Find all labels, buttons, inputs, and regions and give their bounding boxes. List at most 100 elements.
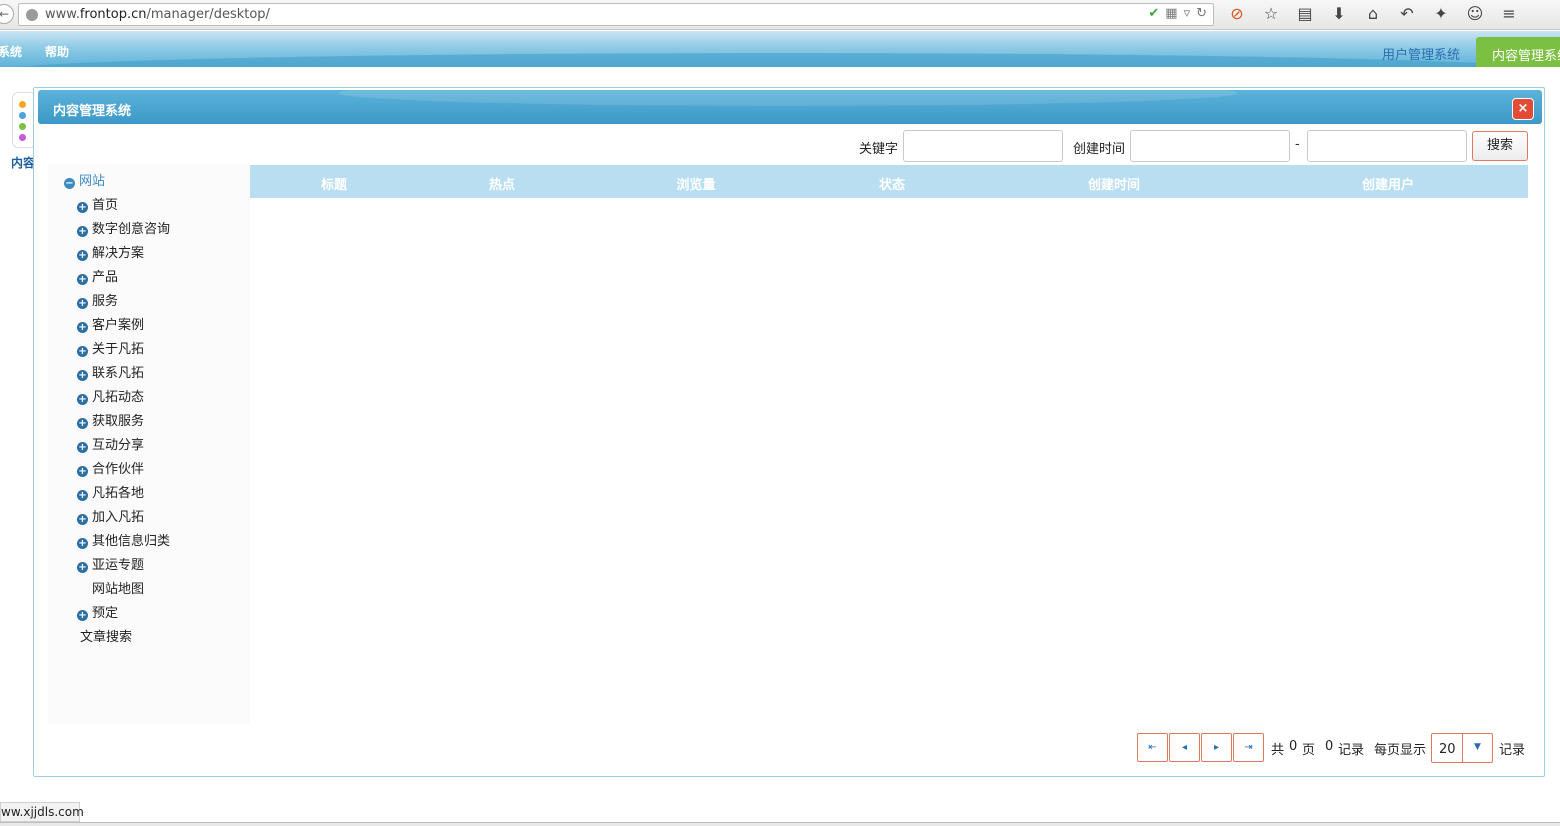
column-views[interactable]: 浏览量: [676, 174, 715, 193]
back-icon[interactable]: ←: [0, 4, 14, 24]
tree-item[interactable]: + 凡拓各地: [77, 482, 144, 501]
tree-item[interactable]: + 产品: [77, 266, 118, 285]
expand-icon[interactable]: +: [77, 418, 88, 429]
shield-icon[interactable]: ✔: [1148, 6, 1159, 21]
user-management-link[interactable]: 用户管理系统: [1382, 44, 1460, 63]
tree-item[interactable]: + 解决方案: [77, 242, 144, 261]
table-header: 标题 热点 浏览量 状态 创建时间 创建用户: [250, 165, 1528, 198]
tree-item[interactable]: + 首页: [77, 194, 118, 213]
page-size-select[interactable]: 20 ▼: [1431, 733, 1493, 763]
column-created-user[interactable]: 创建用户: [1362, 174, 1414, 193]
records-suffix: 记录: [1338, 743, 1365, 758]
last-page-icon[interactable]: ⇥: [1233, 733, 1264, 762]
tree-item[interactable]: + 关于凡拓: [77, 338, 144, 357]
tree-root-label: 网站: [79, 174, 106, 189]
date-separator: -: [1295, 137, 1300, 152]
tree-item[interactable]: + 联系凡拓: [77, 362, 144, 381]
keyword-input[interactable]: [903, 130, 1063, 162]
tree-item-label: 其他信息归类: [92, 534, 171, 549]
chat-icon[interactable]: ☺: [1464, 4, 1486, 24]
tree-item[interactable]: + 客户案例: [77, 314, 144, 333]
tree-item[interactable]: + 凡拓动态: [77, 386, 144, 405]
qrcode-icon[interactable]: ▦: [1165, 6, 1177, 21]
menu-help[interactable]: 帮助: [45, 43, 69, 60]
record-count: 0: [1325, 739, 1334, 754]
url-text[interactable]: www.frontop.cn/manager/desktop/: [45, 7, 270, 22]
taskbar-strip: [0, 822, 1560, 826]
column-status[interactable]: 状态: [879, 174, 905, 193]
expand-icon[interactable]: +: [77, 322, 88, 333]
block-icon[interactable]: ⊘: [1226, 4, 1248, 24]
tree-item[interactable]: + 亚运专题: [77, 554, 144, 573]
tree-item-label: 亚运专题: [92, 558, 145, 573]
header-wave: [0, 53, 1560, 67]
menu-system[interactable]: 系统: [0, 43, 22, 60]
close-icon[interactable]: ×: [1512, 98, 1534, 120]
tree-item[interactable]: + 合作伙伴: [77, 458, 144, 477]
expand-icon[interactable]: +: [77, 442, 88, 453]
tree-item-label: 首页: [92, 198, 119, 213]
expand-icon[interactable]: +: [77, 346, 88, 357]
tree-item[interactable]: + 服务: [77, 290, 118, 309]
extension-icon[interactable]: ✦: [1430, 4, 1452, 24]
expand-icon[interactable]: +: [77, 466, 88, 477]
per-page-label: 每页显示: [1374, 743, 1427, 758]
column-created-time[interactable]: 创建时间: [1088, 174, 1140, 193]
date-to-input[interactable]: [1307, 130, 1467, 162]
article-search-link[interactable]: 文章搜索: [80, 626, 132, 645]
tree-item-label: 凡拓动态: [92, 390, 145, 405]
tree-item-label: 网站地图: [92, 582, 145, 597]
expand-icon[interactable]: +: [77, 490, 88, 501]
tree-item-label: 联系凡拓: [92, 366, 145, 381]
prev-page-icon[interactable]: ◂: [1169, 733, 1200, 762]
page-size-value: 20: [1439, 742, 1456, 757]
content-management-tab[interactable]: 内容管理系统: [1476, 37, 1560, 67]
collapse-icon[interactable]: −: [64, 178, 75, 189]
tree-item[interactable]: + 获取服务: [77, 410, 144, 429]
date-from-input[interactable]: [1130, 130, 1290, 162]
tree-item[interactable]: + 加入凡拓: [77, 506, 144, 525]
download-icon[interactable]: ⬇: [1328, 4, 1350, 24]
window-titlebar[interactable]: 内容管理系统 ×: [38, 90, 1542, 124]
tree-item-label: 关于凡拓: [92, 342, 145, 357]
tree-item[interactable]: + 其他信息归类: [77, 530, 170, 549]
page-size-suffix: 记录: [1499, 743, 1526, 758]
pagination: ⇤ ◂ ▸ ⇥ 共 0 页 0 记录 每页显示 20 ▼ 记录: [34, 733, 1544, 763]
search-button[interactable]: 搜索: [1472, 131, 1528, 161]
expand-icon[interactable]: +: [77, 394, 88, 405]
expand-icon[interactable]: +: [77, 226, 88, 237]
tree-item[interactable]: + 互动分享: [77, 434, 144, 453]
first-page-icon[interactable]: ⇤: [1137, 733, 1168, 762]
expand-icon[interactable]: +: [77, 538, 88, 549]
pages-suffix: 页: [1302, 743, 1316, 758]
expand-icon[interactable]: +: [77, 514, 88, 525]
browser-toolbar: ← www.frontop.cn/manager/desktop/ ✔ ▦ ▿ …: [0, 0, 1560, 30]
desktop-app-label[interactable]: 内容: [11, 154, 35, 171]
reading-list-icon[interactable]: ▤: [1294, 4, 1316, 24]
tree-item[interactable]: 网站地图: [77, 578, 144, 597]
column-title[interactable]: 标题: [321, 174, 347, 193]
tree-root[interactable]: − 网站: [64, 170, 105, 189]
browser-status-bar: ww.xjjdls.com: [0, 802, 84, 822]
expand-icon[interactable]: +: [77, 202, 88, 213]
undo-icon[interactable]: ↶: [1396, 4, 1418, 24]
search-bar: 关键字 创建时间 - 搜索: [34, 130, 1544, 164]
expand-icon[interactable]: +: [77, 250, 88, 261]
menu-icon[interactable]: ≡: [1498, 4, 1520, 24]
expand-icon[interactable]: +: [77, 610, 88, 621]
expand-icon[interactable]: +: [77, 562, 88, 573]
chevron-down-icon[interactable]: ▼: [1462, 734, 1492, 762]
expand-icon[interactable]: +: [77, 370, 88, 381]
expand-icon[interactable]: +: [77, 298, 88, 309]
dropdown-icon[interactable]: ▿: [1184, 6, 1191, 21]
home-icon[interactable]: ⌂: [1362, 4, 1384, 24]
bookmark-star-icon[interactable]: ☆: [1260, 4, 1282, 24]
address-bar[interactable]: www.frontop.cn/manager/desktop/ ✔ ▦ ▿ ↻: [18, 3, 1214, 26]
reload-icon[interactable]: ↻: [1196, 6, 1207, 21]
tree-item-label: 获取服务: [92, 414, 145, 429]
column-hot[interactable]: 热点: [489, 174, 515, 193]
tree-item[interactable]: + 预定: [77, 602, 118, 621]
expand-icon[interactable]: +: [77, 274, 88, 285]
next-page-icon[interactable]: ▸: [1201, 733, 1232, 762]
tree-item[interactable]: + 数字创意咨询: [77, 218, 170, 237]
